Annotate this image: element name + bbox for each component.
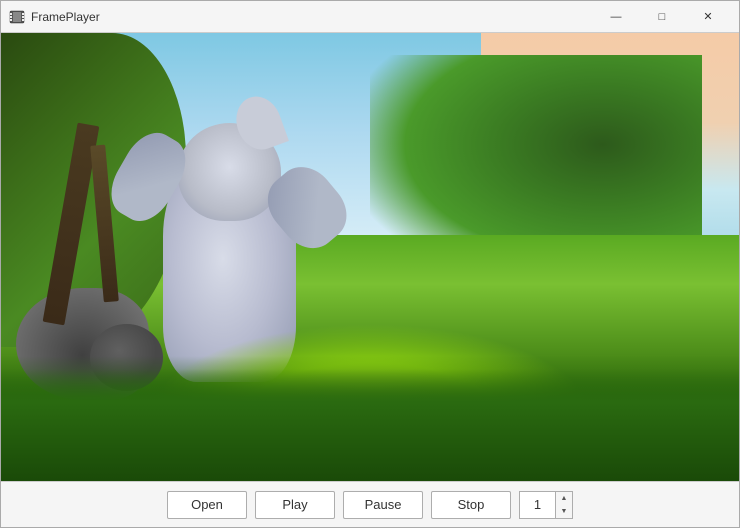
video-area [1, 33, 739, 481]
spinner-up-button[interactable]: ▲ [556, 492, 572, 505]
stop-button[interactable]: Stop [431, 491, 511, 519]
app-icon [9, 9, 25, 25]
frame-counter: ▲ ▼ [519, 491, 573, 519]
main-window: FramePlayer — □ ✕ [0, 0, 740, 528]
maximize-button[interactable]: □ [639, 1, 685, 33]
minimize-button[interactable]: — [593, 1, 639, 33]
frame-spinner[interactable]: ▲ ▼ [555, 491, 573, 519]
title-bar-left: FramePlayer [9, 9, 100, 25]
grass-foreground [1, 369, 739, 481]
play-button[interactable]: Play [255, 491, 335, 519]
window-title: FramePlayer [31, 10, 100, 24]
toolbar: Open Play Pause Stop ▲ ▼ [1, 481, 739, 527]
open-button[interactable]: Open [167, 491, 247, 519]
close-button[interactable]: ✕ [685, 1, 731, 33]
spinner-down-button[interactable]: ▼ [556, 505, 572, 518]
scene [1, 33, 739, 481]
pause-button[interactable]: Pause [343, 491, 423, 519]
frame-input[interactable] [519, 491, 555, 519]
title-bar: FramePlayer — □ ✕ [1, 1, 739, 33]
video-canvas [1, 33, 739, 481]
title-bar-controls: — □ ✕ [593, 1, 731, 33]
